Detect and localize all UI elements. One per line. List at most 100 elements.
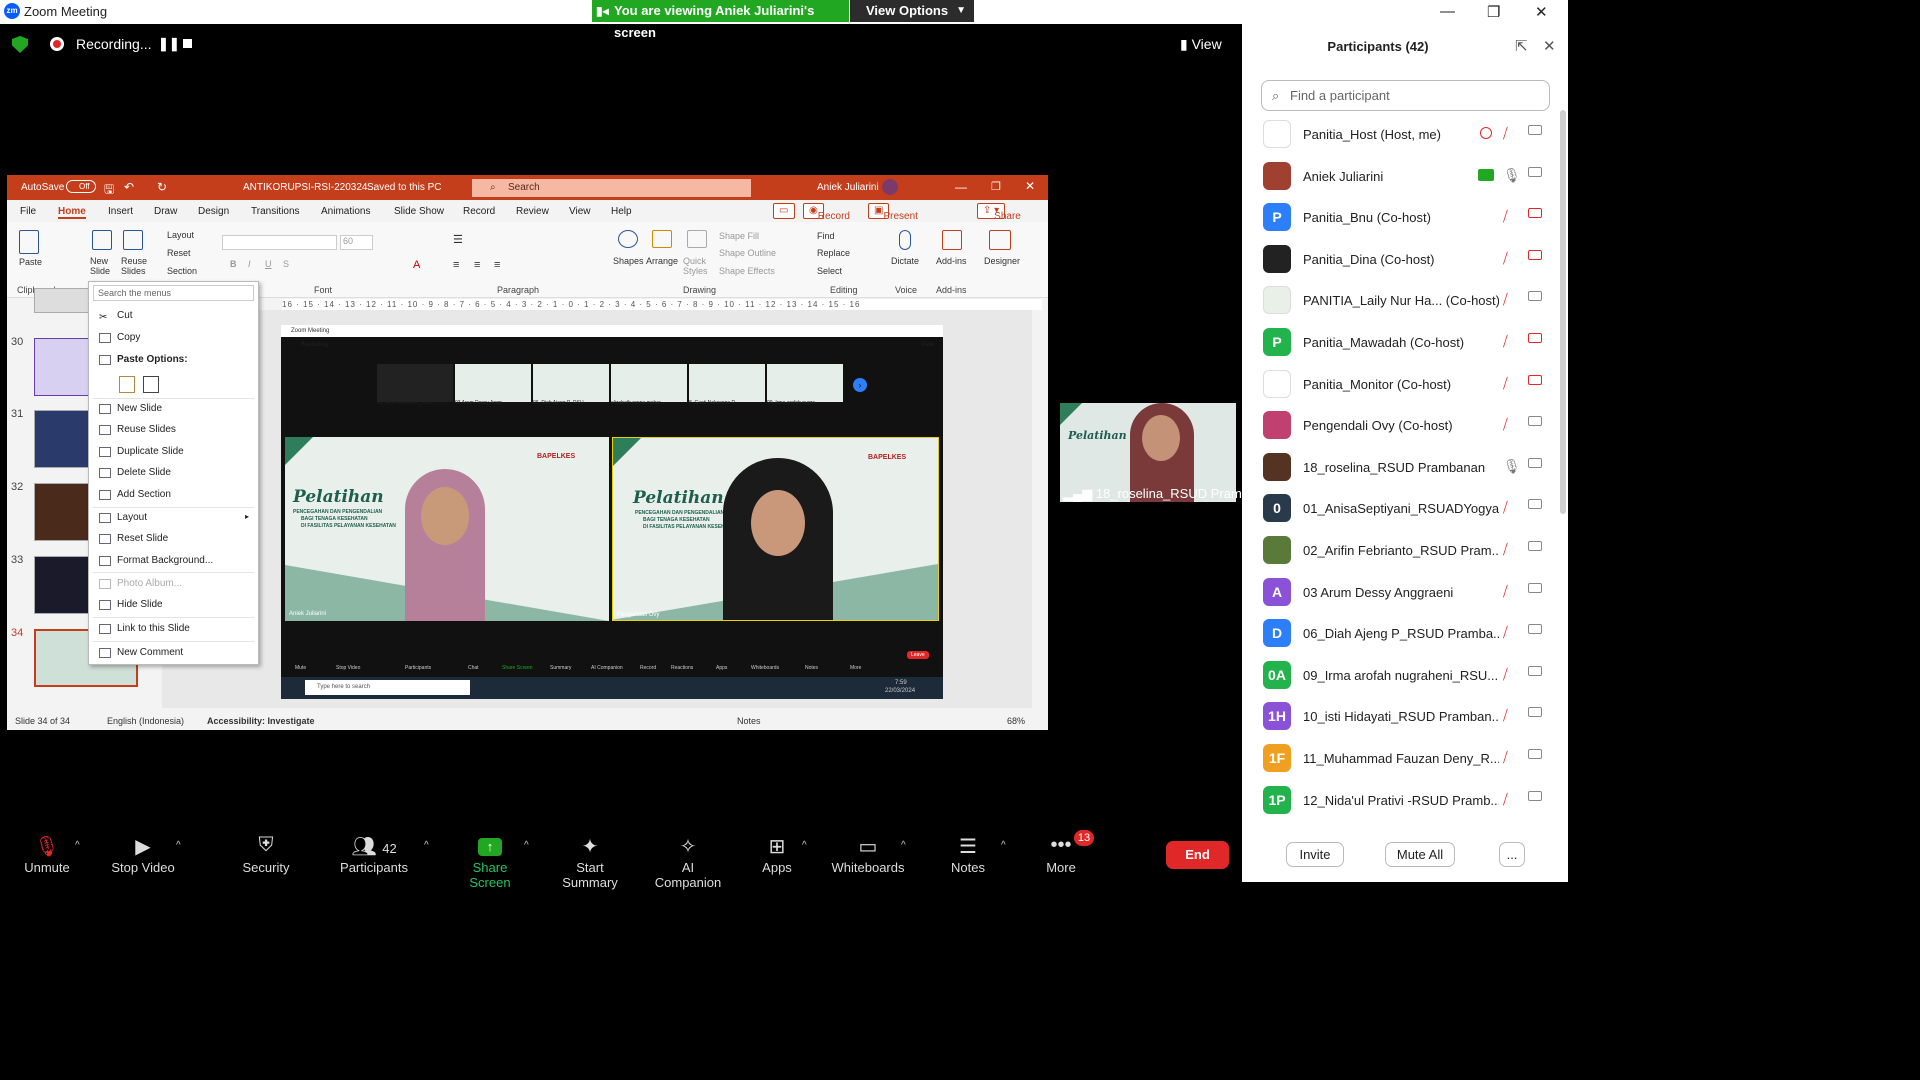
paste-icon[interactable]: [19, 230, 39, 254]
save-icon[interactable]: 🖫: [104, 180, 114, 201]
present-in-teams-button[interactable]: ▣ Present in Teams: [868, 203, 918, 250]
tab-record[interactable]: Record: [463, 206, 495, 217]
pause-recording-icon[interactable]: ❚❚: [158, 36, 180, 52]
notes-button[interactable]: Notes: [737, 716, 761, 726]
chevron-up-icon[interactable]: ^: [424, 840, 429, 851]
ppt-close-icon[interactable]: ✕: [1025, 179, 1035, 193]
ai-companion-button[interactable]: ✧ AI Companion: [647, 834, 729, 890]
participant-row[interactable]: 0A 09_Irma arofah nugraheni_RSU... ⧸: [1242, 655, 1552, 697]
align-center-icon[interactable]: ≡: [474, 259, 480, 271]
addins-icon[interactable]: [942, 230, 962, 250]
muted-mic-icon[interactable]: ⧸: [1503, 291, 1508, 308]
muted-mic-icon[interactable]: ⧸: [1503, 250, 1508, 267]
video-camera-icon[interactable]: [1528, 707, 1542, 718]
video-off-icon[interactable]: [1528, 374, 1542, 385]
align-right-icon[interactable]: ≡: [494, 259, 500, 271]
autosave-toggle[interactable]: Off: [66, 180, 96, 193]
close-window-icon[interactable]: ✕: [1535, 3, 1548, 21]
stop-recording-icon[interactable]: [183, 39, 192, 48]
font-family-select[interactable]: [222, 235, 337, 250]
undo-icon[interactable]: ↶: [124, 180, 134, 194]
stop-video-button[interactable]: ▶︎ Stop Video: [108, 834, 178, 875]
find-button[interactable]: Find: [817, 231, 835, 241]
chevron-up-icon[interactable]: ^: [1001, 840, 1006, 851]
video-camera-icon[interactable]: [1528, 166, 1542, 177]
shape-effects-button[interactable]: Shape Effects: [719, 266, 775, 276]
whiteboards-button[interactable]: ▭ Whiteboards: [831, 834, 905, 875]
invite-button[interactable]: Invite: [1286, 842, 1344, 867]
italic-icon[interactable]: I: [248, 259, 251, 269]
video-camera-icon[interactable]: [1528, 665, 1542, 676]
end-meeting-button[interactable]: End: [1166, 841, 1229, 869]
scrollbar[interactable]: [1560, 110, 1566, 514]
participant-row[interactable]: D 06_Diah Ajeng P_RSUD Pramba... ⧸: [1242, 613, 1552, 655]
muted-mic-icon[interactable]: ⧸: [1503, 416, 1508, 433]
participant-row[interactable]: 18_roselina_RSUD Prambanan 🎙︎: [1242, 447, 1552, 489]
tab-help[interactable]: Help: [611, 206, 632, 217]
muted-mic-icon[interactable]: ⧸: [1503, 333, 1508, 350]
participant-row[interactable]: Aniek Juliarini 🎙︎: [1242, 156, 1552, 198]
tab-animations[interactable]: Animations: [321, 206, 370, 217]
shapes-icon[interactable]: [618, 230, 638, 248]
slide-thumbnail[interactable]: [34, 338, 89, 396]
ppt-saved-status[interactable]: Saved to this PC: [367, 182, 441, 193]
close-panel-icon[interactable]: ✕: [1543, 37, 1556, 55]
muted-mic-icon[interactable]: ⧸: [1503, 749, 1508, 766]
menu-item-duplicate-slide[interactable]: Duplicate Slide: [117, 446, 184, 457]
popout-icon[interactable]: ⇱: [1515, 37, 1528, 55]
accessibility-status[interactable]: Accessibility: Investigate: [207, 716, 315, 726]
redo-icon[interactable]: ↻: [157, 180, 167, 194]
menu-item-format-background[interactable]: Format Background...: [117, 555, 213, 566]
more-options-button[interactable]: ...: [1499, 842, 1525, 867]
current-slide[interactable]: Zoom Meeting Recording View 02_Arifin Fe…: [281, 325, 943, 699]
security-button[interactable]: ⛨ Security: [239, 834, 293, 875]
video-off-icon[interactable]: [1528, 333, 1542, 343]
participant-row[interactable]: Panitia_Monitor (Co-host) ⧸: [1242, 364, 1552, 406]
dictate-icon[interactable]: [899, 230, 911, 250]
participant-row[interactable]: A 03 Arum Dessy Anggraeni ⧸: [1242, 572, 1552, 614]
tab-home[interactable]: Home: [58, 206, 86, 219]
apps-button[interactable]: ⊞ Apps: [760, 834, 794, 875]
participant-row[interactable]: 1P 12_Nida'ul Prativi -RSUD Pramb... ⧸: [1242, 780, 1552, 822]
slide-thumbnail[interactable]: [34, 483, 89, 541]
muted-mic-icon[interactable]: ⧸: [1503, 624, 1508, 641]
video-camera-icon[interactable]: [1528, 790, 1542, 801]
ppt-share-button[interactable]: ⇪ Share ▾: [977, 203, 1021, 222]
chevron-up-icon[interactable]: ^: [524, 840, 529, 851]
menu-item-hide-slide[interactable]: Hide Slide: [117, 599, 163, 610]
muted-mic-icon[interactable]: ⧸: [1503, 541, 1508, 558]
strike-icon[interactable]: S: [283, 259, 289, 269]
new-slide-icon[interactable]: [92, 230, 112, 250]
find-participant-input[interactable]: ⌕ Find a participant: [1261, 80, 1550, 111]
participant-row[interactable]: 02_Arifin Febrianto_RSUD Pram... ⧸: [1242, 530, 1552, 572]
reset-button[interactable]: Reset: [167, 248, 191, 258]
muted-mic-icon[interactable]: ⧸: [1503, 375, 1508, 392]
shape-outline-button[interactable]: Shape Outline: [719, 248, 776, 258]
tab-file[interactable]: File: [20, 206, 36, 217]
minimize-icon[interactable]: —: [1440, 3, 1455, 20]
arrange-icon[interactable]: [652, 230, 672, 248]
video-camera-icon[interactable]: [1528, 291, 1542, 302]
participant-row[interactable]: 1H 10_isti Hidayati_RSUD Pramban... ⧸: [1242, 696, 1552, 738]
video-camera-icon[interactable]: [1528, 499, 1542, 510]
encryption-shield-icon[interactable]: [12, 36, 28, 53]
video-off-icon[interactable]: [1528, 249, 1542, 260]
view-button[interactable]: ▮ View: [1180, 36, 1222, 53]
menu-item-new-comment[interactable]: New Comment: [117, 647, 183, 658]
participant-row[interactable]: Pengendali Ovy (Co-host) ⧸: [1242, 405, 1552, 447]
video-camera-icon[interactable]: [1528, 416, 1542, 427]
layout-button[interactable]: Layout: [167, 230, 194, 240]
participant-row[interactable]: P Panitia_Mawadah (Co-host) ⧸: [1242, 322, 1552, 364]
muted-mic-icon[interactable]: ⧸: [1503, 499, 1508, 516]
share-screen-button[interactable]: ↑ Share Screen: [452, 834, 528, 890]
video-camera-icon[interactable]: [1528, 582, 1542, 593]
muted-mic-icon[interactable]: ⧸: [1503, 125, 1508, 142]
mute-all-button[interactable]: Mute All: [1385, 842, 1455, 867]
section-button[interactable]: Section: [167, 266, 197, 276]
restore-icon[interactable]: ❐: [1487, 3, 1500, 21]
tab-slide-show[interactable]: Slide Show: [394, 206, 444, 217]
muted-mic-icon[interactable]: ⧸: [1503, 666, 1508, 683]
font-color-icon[interactable]: A: [413, 259, 420, 271]
ppt-record-button[interactable]: ◉ Record: [803, 203, 850, 222]
select-button[interactable]: Select: [817, 266, 842, 276]
